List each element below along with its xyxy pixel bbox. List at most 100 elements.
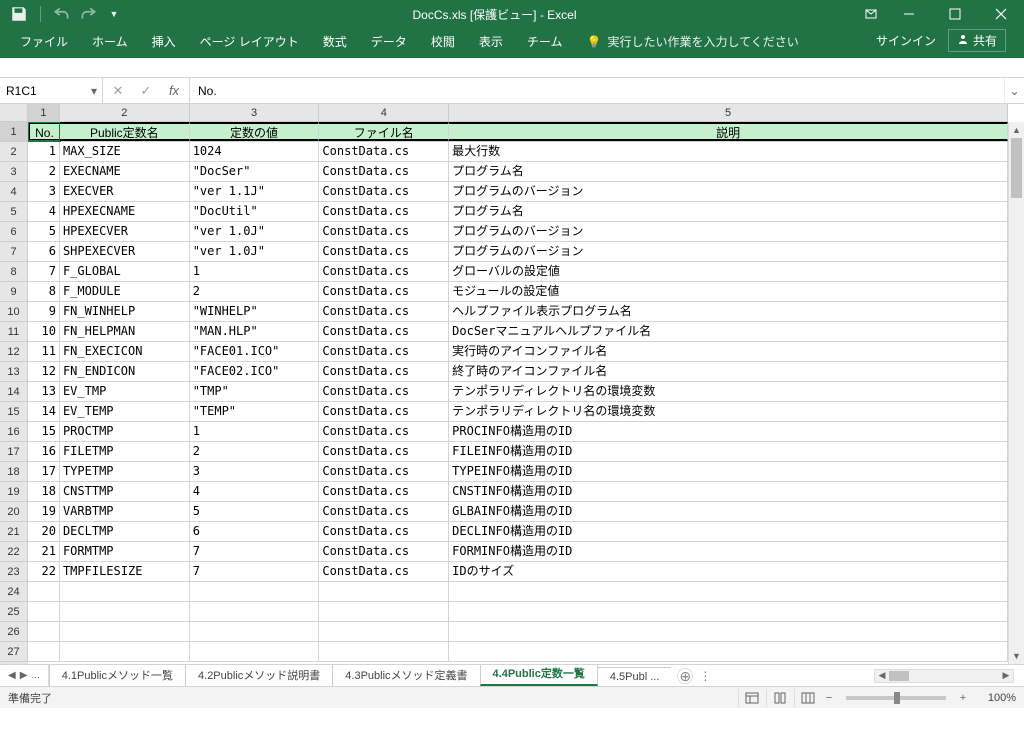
empty-cell[interactable] [60,642,190,661]
table-cell[interactable]: 1 [190,422,320,441]
table-cell[interactable]: プログラムのバージョン [449,242,1008,261]
close-button[interactable] [978,0,1024,28]
table-cell[interactable]: 3 [28,182,60,201]
table-cell[interactable]: "ver 1.0J" [190,222,320,241]
table-cell[interactable]: ConstData.cs [319,302,449,321]
enter-formula-icon[interactable]: ✓ [137,83,155,99]
row-header[interactable]: 9 [0,282,28,302]
table-cell[interactable]: GLBAINFO構造用のID [449,502,1008,521]
empty-cell[interactable] [319,622,449,641]
table-cell[interactable]: "MAN.HLP" [190,322,320,341]
table-cell[interactable]: 18 [28,482,60,501]
table-cell[interactable]: CNSTTMP [60,482,190,501]
empty-cell[interactable] [449,642,1008,661]
table-header-cell[interactable]: 説明 [449,122,1008,141]
table-cell[interactable]: プログラムのバージョン [449,222,1008,241]
minimize-button[interactable] [886,0,932,28]
table-cell[interactable]: ConstData.cs [319,402,449,421]
table-cell[interactable]: 22 [28,562,60,581]
redo-icon[interactable] [79,5,97,23]
fx-icon[interactable]: fx [165,83,183,98]
empty-cell[interactable] [319,582,449,601]
row-header[interactable]: 27 [0,642,28,662]
table-cell[interactable]: 4 [28,202,60,221]
name-box[interactable] [0,84,86,98]
tab-team[interactable]: チーム [515,27,575,58]
table-cell[interactable]: ConstData.cs [319,282,449,301]
table-header-cell[interactable]: Public定数名 [60,122,190,141]
row-header[interactable]: 14 [0,382,28,402]
tell-me-search[interactable]: 💡 実行したい作業を入力してください [574,27,810,58]
row-header[interactable]: 4 [0,182,28,202]
table-cell[interactable]: VARBTMP [60,502,190,521]
table-cell[interactable]: ConstData.cs [319,442,449,461]
table-cell[interactable]: 5 [190,502,320,521]
empty-cell[interactable] [190,602,320,621]
table-cell[interactable]: IDのサイズ [449,562,1008,581]
table-cell[interactable]: ConstData.cs [319,182,449,201]
table-cell[interactable]: ConstData.cs [319,422,449,441]
table-header-cell[interactable]: 定数の値 [190,122,320,141]
empty-cell[interactable] [28,582,60,601]
table-cell[interactable]: ConstData.cs [319,502,449,521]
table-cell[interactable]: ConstData.cs [319,342,449,361]
table-cell[interactable]: F_MODULE [60,282,190,301]
scroll-left-icon[interactable]: ◀ [875,670,889,682]
zoom-slider[interactable] [846,696,946,700]
table-cell[interactable]: 19 [28,502,60,521]
scroll-right-icon[interactable]: ▶ [999,670,1013,682]
table-cell[interactable]: FORMINFO構造用のID [449,542,1008,561]
table-cell[interactable]: 10 [28,322,60,341]
table-cell[interactable]: TYPETMP [60,462,190,481]
new-sheet-button[interactable]: ⊕ [677,668,693,684]
tab-formulas[interactable]: 数式 [311,27,359,58]
table-cell[interactable]: "ver 1.1J" [190,182,320,201]
page-break-view-icon[interactable] [794,689,820,707]
normal-view-icon[interactable] [738,689,764,707]
table-cell[interactable]: EXECVER [60,182,190,201]
table-cell[interactable]: "FACE01.ICO" [190,342,320,361]
empty-cell[interactable] [319,642,449,661]
table-cell[interactable]: テンポラリディレクトリ名の環境変数 [449,382,1008,401]
zoom-out-button[interactable]: − [822,692,836,704]
scrollbar-thumb[interactable] [1011,138,1022,198]
table-cell[interactable]: F_GLOBAL [60,262,190,281]
table-cell[interactable]: EV_TMP [60,382,190,401]
table-cell[interactable]: 6 [190,522,320,541]
row-header[interactable]: 17 [0,442,28,462]
scrollbar-thumb[interactable] [889,671,909,681]
row-header[interactable]: 10 [0,302,28,322]
table-cell[interactable]: ConstData.cs [319,262,449,281]
table-cell[interactable]: DECLTMP [60,522,190,541]
table-cell[interactable]: 実行時のアイコンファイル名 [449,342,1008,361]
scroll-down-icon[interactable]: ▼ [1009,648,1024,664]
table-cell[interactable]: テンポラリディレクトリ名の環境変数 [449,402,1008,421]
table-cell[interactable]: ConstData.cs [319,362,449,381]
tab-review[interactable]: 校閲 [419,27,467,58]
table-cell[interactable]: 5 [28,222,60,241]
sheet-prev-icon[interactable]: ◀ [8,670,16,681]
table-cell[interactable]: グローバルの設定値 [449,262,1008,281]
table-cell[interactable]: HPEXECVER [60,222,190,241]
table-cell[interactable]: FILETMP [60,442,190,461]
table-cell[interactable]: TMPFILESIZE [60,562,190,581]
table-cell[interactable]: 2 [190,442,320,461]
row-header[interactable]: 1 [0,122,28,142]
empty-cell[interactable] [449,622,1008,641]
empty-cell[interactable] [190,622,320,641]
row-header[interactable]: 18 [0,462,28,482]
signin-link[interactable]: サインイン [876,32,936,49]
table-cell[interactable]: "DocSer" [190,162,320,181]
row-header[interactable]: 2 [0,142,28,162]
sheet-tab[interactable]: 4.4Public定数一覧 [480,665,598,686]
undo-icon[interactable] [53,5,71,23]
row-header[interactable]: 21 [0,522,28,542]
horizontal-scrollbar[interactable]: ◀ ▶ [874,669,1014,683]
cancel-formula-icon[interactable]: ✕ [109,83,127,99]
empty-cell[interactable] [60,622,190,641]
table-cell[interactable]: 17 [28,462,60,481]
sheet-tab[interactable]: 4.5Publ ... [597,667,672,686]
table-cell[interactable]: 最大行数 [449,142,1008,161]
table-cell[interactable]: 7 [190,542,320,561]
table-cell[interactable]: 11 [28,342,60,361]
